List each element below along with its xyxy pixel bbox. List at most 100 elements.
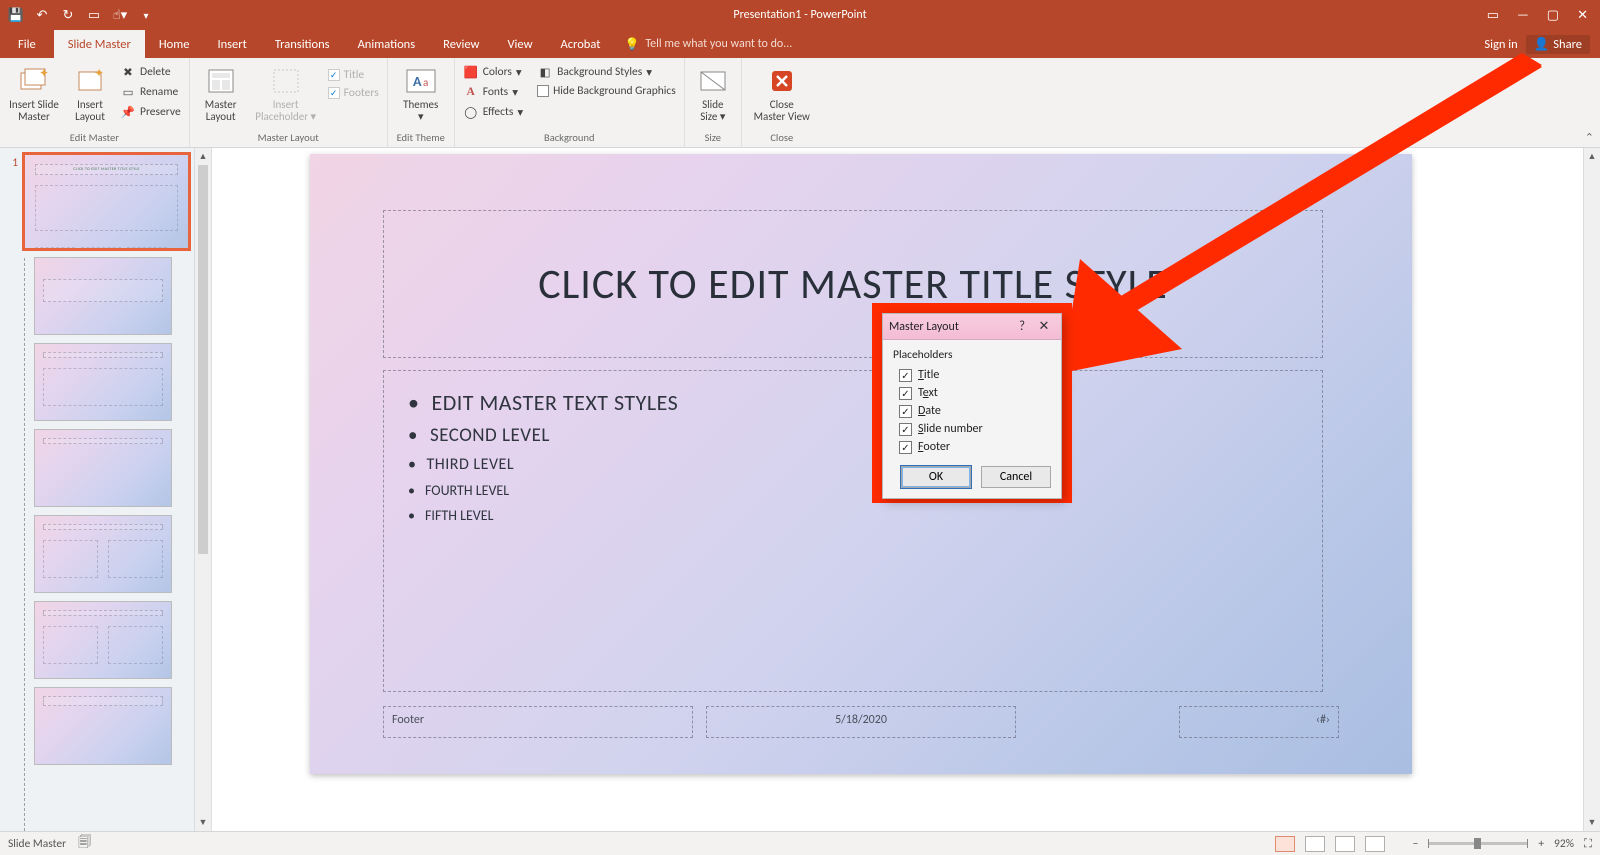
title-placeholder[interactable]: CLICK TO EDIT MASTER TITLE STYLE (383, 210, 1323, 358)
minimize-icon[interactable]: — (1517, 8, 1529, 23)
thumbnail-title-text: CLICK TO EDIT MASTER TITLE STYLE (35, 164, 178, 175)
thumbnail-number: 1 (4, 154, 20, 169)
rename-button[interactable]: ▭Rename (118, 83, 183, 101)
thumbnail-layout[interactable] (34, 515, 172, 593)
share-button[interactable]: 👤 Share (1526, 35, 1590, 54)
body-placeholder[interactable]: EDIT MASTER TEXT STYLES SECOND LEVEL THI… (383, 370, 1323, 692)
normal-view-button[interactable] (1275, 836, 1295, 852)
background-styles-button[interactable]: ◧Background Styles ▾ (535, 63, 678, 81)
notes-icon[interactable]: 🗐 (78, 833, 91, 855)
dialog-ok-button[interactable]: OK (901, 466, 971, 488)
slide-number-placeholder[interactable]: ‹#› (1179, 706, 1339, 738)
thumbnail-scrollbar[interactable]: ▲ ▼ (194, 148, 211, 831)
hide-bg-checkbox[interactable]: Hide Background Graphics (535, 83, 678, 99)
fonts-button[interactable]: AFonts ▾ (461, 83, 525, 101)
slide-sorter-view-button[interactable] (1305, 836, 1325, 852)
thumbnail-layout[interactable] (34, 429, 172, 507)
thumbnail-panel: 1 CLICK TO EDIT MASTER TITLE STYLE ▲ ▼ (0, 148, 212, 831)
undo-icon[interactable]: ↶ (34, 7, 50, 23)
slide-size-button[interactable]: Slide Size ▾ (691, 61, 735, 130)
maximize-icon[interactable]: ▢ (1547, 8, 1559, 23)
close-icon[interactable]: ✕ (1577, 8, 1588, 23)
checkbox-icon: ✓ (899, 405, 912, 418)
zoom-out-icon[interactable]: − (1413, 837, 1419, 851)
delete-button[interactable]: ✖Delete (118, 63, 183, 81)
start-from-beginning-icon[interactable]: ▭ (86, 7, 102, 23)
dialog-close-icon[interactable]: ✕ (1033, 319, 1055, 334)
scroll-up-icon[interactable]: ▲ (1584, 148, 1600, 165)
themes-label: Themes▾ (403, 99, 438, 123)
group-label-master-layout: Master Layout (196, 130, 381, 146)
tab-transitions[interactable]: Transitions (261, 30, 344, 58)
thumbnail-layout[interactable] (34, 257, 172, 335)
zoom-slider-knob[interactable] (1474, 838, 1481, 849)
main-scrollbar[interactable]: ▲ ▼ (1583, 148, 1600, 831)
master-layout-dialog: Master Layout ? ✕ Placeholders ✓Title ✓T… (882, 313, 1062, 499)
thumbnail-layout[interactable] (34, 343, 172, 421)
tab-review[interactable]: Review (429, 30, 493, 58)
scroll-down-icon[interactable]: ▼ (195, 814, 211, 831)
checkbox-icon: ✓ (328, 69, 340, 81)
footer-placeholder[interactable]: Footer (383, 706, 693, 738)
checkbox-icon (537, 85, 549, 97)
dialog-check-title[interactable]: ✓Title (893, 366, 1051, 384)
scroll-up-icon[interactable]: ▲ (195, 148, 211, 165)
insert-layout-label: Insert Layout (75, 99, 105, 123)
group-label-size: Size (691, 130, 735, 146)
thumbnail-master[interactable]: CLICK TO EDIT MASTER TITLE STYLE (24, 154, 189, 249)
touch-mode-icon[interactable]: ☝︎▾ (112, 7, 128, 23)
insert-slide-master-label: Insert Slide Master (9, 99, 59, 123)
insert-layout-button[interactable]: ✦ Insert Layout (66, 61, 114, 130)
dialog-check-slide-number[interactable]: ✓Slide number (893, 420, 1051, 438)
redo-icon[interactable]: ↻ (60, 7, 76, 23)
save-icon[interactable]: 💾 (8, 7, 24, 23)
scrollbar-handle[interactable] (198, 165, 208, 554)
tab-acrobat[interactable]: Acrobat (547, 30, 615, 58)
themes-button[interactable]: Aa Themes▾ (394, 61, 448, 130)
dialog-titlebar[interactable]: Master Layout ? ✕ (883, 314, 1061, 340)
thumbnail-layout[interactable] (34, 687, 172, 765)
dialog-check-footer[interactable]: ✓Footer (893, 438, 1051, 456)
colors-button[interactable]: 🟥Colors ▾ (461, 63, 525, 81)
fit-to-window-icon[interactable]: ⛶ (1584, 837, 1592, 851)
ribbon-display-options-icon[interactable]: ▭ (1487, 8, 1499, 23)
insert-slide-master-button[interactable]: ✦ Insert Slide Master (6, 61, 62, 130)
body-level-2: SECOND LEVEL (408, 420, 1298, 451)
window-controls: ▭ — ▢ ✕ (1487, 8, 1600, 23)
slide-size-label: Slide Size ▾ (700, 99, 725, 123)
slideshow-view-button[interactable] (1365, 836, 1385, 852)
master-layout-label: Master Layout (205, 99, 237, 123)
insert-placeholder-icon (270, 65, 302, 97)
dialog-cancel-button[interactable]: Cancel (981, 466, 1051, 488)
tab-home[interactable]: Home (145, 30, 204, 58)
dialog-check-date[interactable]: ✓Date (893, 402, 1051, 420)
thumbnail-layout[interactable] (34, 601, 172, 679)
group-size: Slide Size ▾ Size (685, 58, 742, 147)
sign-in-link[interactable]: Sign in (1484, 37, 1517, 52)
tab-view[interactable]: View (493, 30, 546, 58)
preserve-button[interactable]: 📌Preserve (118, 103, 183, 121)
zoom-value[interactable]: 92% (1554, 837, 1574, 851)
tab-slide-master[interactable]: Slide Master (54, 30, 145, 58)
slide-canvas[interactable]: CLICK TO EDIT MASTER TITLE STYLE EDIT MA… (310, 154, 1412, 774)
dialog-help-icon[interactable]: ? (1011, 319, 1033, 334)
tab-insert[interactable]: Insert (203, 30, 260, 58)
checkbox-icon: ✓ (899, 369, 912, 382)
zoom-in-icon[interactable]: + (1538, 837, 1544, 851)
collapse-ribbon-icon[interactable]: ⌃ (1585, 131, 1594, 144)
title-bar: 💾 ↶ ↻ ▭ ☝︎▾ ▾ Presentation1 - PowerPoint… (0, 0, 1600, 30)
background-styles-label: Background Styles (557, 65, 642, 79)
tell-me-search[interactable]: 💡 Tell me what you want to do... (614, 30, 792, 58)
close-master-view-button[interactable]: Close Master View (748, 61, 816, 130)
scroll-down-icon[interactable]: ▼ (1584, 814, 1600, 831)
tab-animations[interactable]: Animations (344, 30, 430, 58)
date-placeholder[interactable]: 5/18/2020 (706, 706, 1016, 738)
tab-file[interactable]: File (0, 30, 54, 58)
qat-more-icon[interactable]: ▾ (138, 7, 154, 23)
master-layout-button[interactable]: Master Layout (196, 61, 246, 130)
dialog-check-text[interactable]: ✓Text (893, 384, 1051, 402)
reading-view-button[interactable] (1335, 836, 1355, 852)
group-label-edit-master: Edit Master (6, 130, 183, 146)
effects-button[interactable]: ◯Effects ▾ (461, 103, 525, 121)
zoom-slider[interactable] (1428, 842, 1528, 845)
